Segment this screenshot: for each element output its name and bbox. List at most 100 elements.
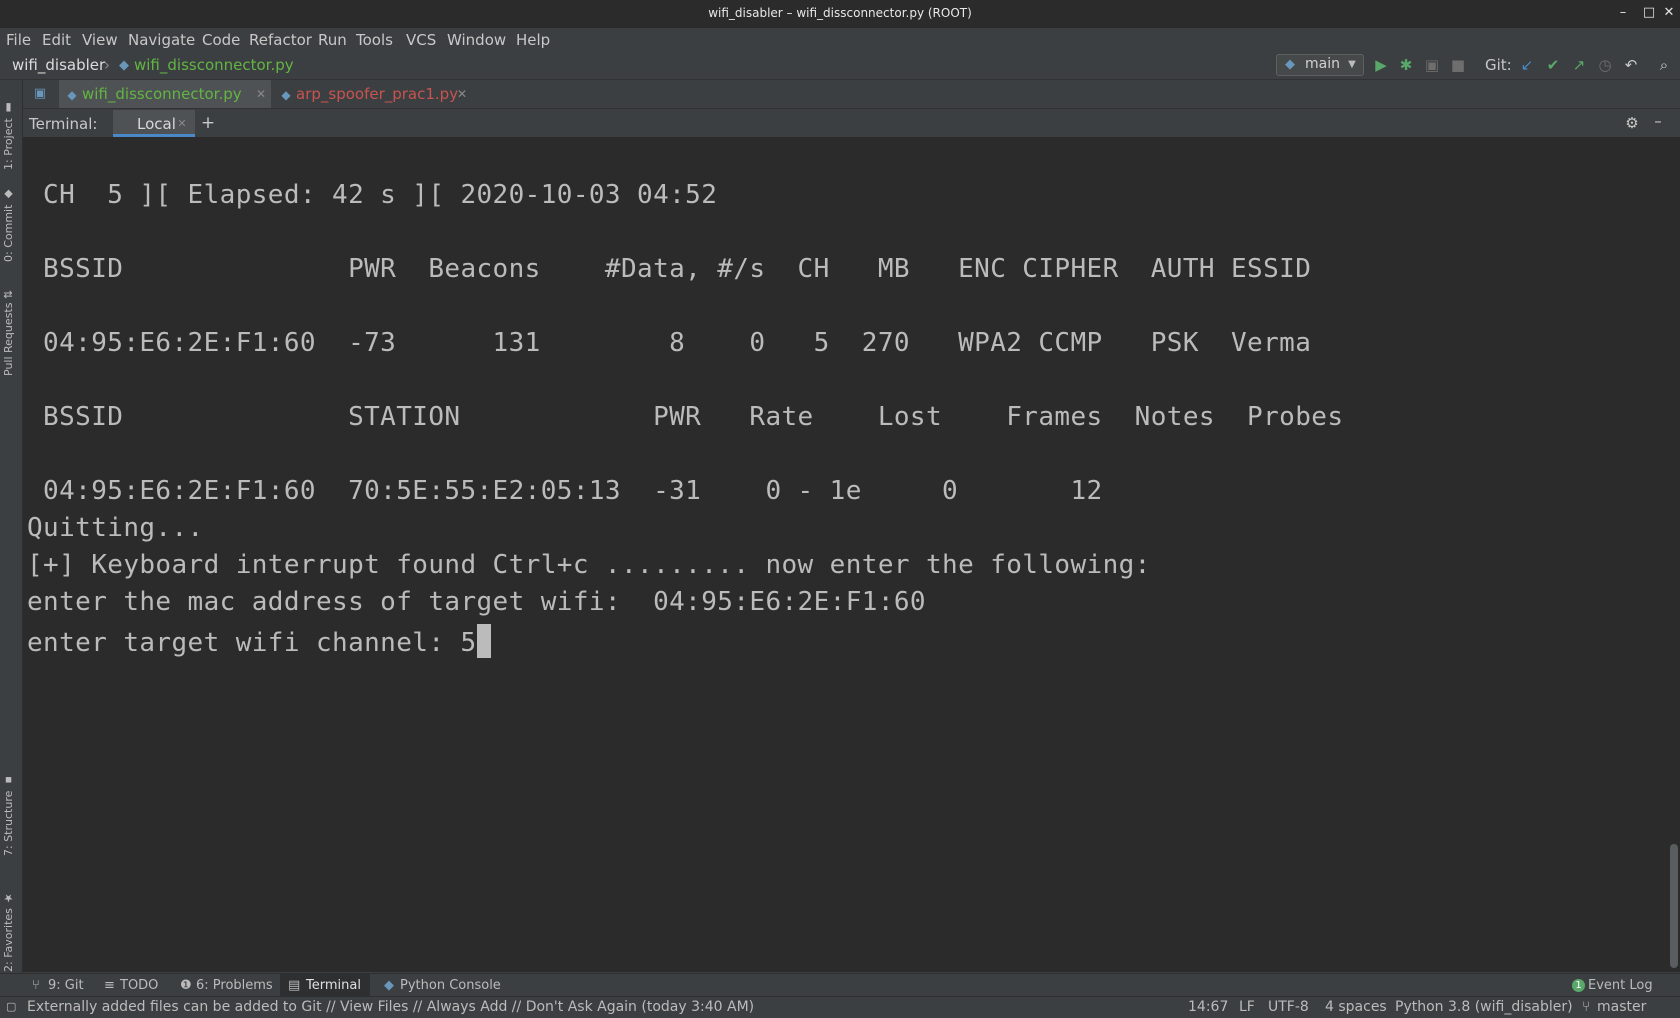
breadcrumb-project[interactable]: wifi_disabler [12,56,105,74]
close-icon[interactable]: ✕ [173,115,191,133]
python-file-icon: ◆ [119,58,129,73]
tool-tab-todo[interactable]: ≡ TODO [100,974,166,997]
bottom-tool-bar: ⑂ 9: Git ≡ TODO ❶ 6: Problems ▤ Terminal… [0,973,1680,997]
title-bar: wifi_disabler – wifi_dissconnector.py (R… [0,0,1680,29]
menu-run[interactable]: Run [318,31,347,49]
status-bar: ▢ Externally added files can be added to… [0,996,1680,1018]
file-structure-icon[interactable]: ▣ [31,85,49,103]
python-icon: ◆ [384,978,394,993]
status-panel-icon[interactable]: ▢ [6,1000,16,1013]
git-rollback-icon[interactable]: ↶ [1622,56,1640,74]
status-git-branch[interactable]: master [1597,999,1646,1015]
tool-tab-label: Python Console [400,978,501,993]
terminal-tab-label: Local [137,115,176,133]
tool-tab-favorites[interactable]: 2: Favorites ★ [2,872,20,972]
search-icon[interactable]: ⌕ [1655,56,1673,74]
breadcrumb-separator-icon: › [104,56,110,74]
status-line-separator[interactable]: LF [1239,999,1255,1015]
tool-tab-label: 6: Problems [196,978,273,993]
run-config-label: main [1305,56,1340,72]
editor-tab-label: wifi_dissconnector.py [82,85,242,103]
status-interpreter[interactable]: Python 3.8 (wifi_disabler) [1395,999,1573,1015]
editor-tab-arp-spoofer[interactable]: ◆ arp_spoofer_prac1.py ✕ [273,80,473,108]
terminal-header: Terminal: Local ✕ + ⚙ – [23,110,1680,138]
tool-tab-terminal[interactable]: ▤ Terminal [280,974,370,997]
tool-tab-structure-label: 7: Structure [2,790,15,856]
tool-tab-python-console[interactable]: ◆ Python Console [380,974,501,997]
python-icon: ◆ [1285,57,1295,72]
status-message[interactable]: Externally added files can be added to G… [27,999,754,1015]
git-commit-icon[interactable]: ✔ [1544,56,1562,74]
terminal-line: 04:95:E6:2E:F1:60 70:5E:55:E2:05:13 -31 … [27,476,1103,506]
status-indent[interactable]: 4 spaces [1325,999,1387,1015]
text-cursor [476,624,491,658]
git-push-icon[interactable]: ↗ [1570,56,1588,74]
terminal-scrollbar[interactable] [1668,138,1680,972]
terminal-line: BSSID STATION PWR Rate Lost Frames Notes… [27,402,1344,432]
editor-tabs: ▣ ◆ wifi_dissconnector.py ✕ ◆ arp_spoofe… [23,80,1680,109]
tool-tab-project-label: 1: Project [2,118,15,170]
status-encoding[interactable]: UTF-8 [1268,999,1309,1015]
terminal-line: 04:95:E6:2E:F1:60 -73 131 8 0 5 270 WPA2… [27,328,1312,358]
menu-refactor[interactable]: Refactor [249,31,312,49]
event-log-button[interactable]: 1 Event Log [1570,974,1670,997]
tool-tab-commit-label: 0: Commit [2,204,15,262]
event-count-badge: 1 [1572,979,1585,992]
menu-navigate[interactable]: Navigate [128,31,195,49]
hide-panel-icon[interactable]: – [1649,112,1667,130]
tool-tab-label: TODO [120,978,159,993]
run-icon[interactable]: ▶ [1372,56,1390,74]
info-icon: ❶ [180,978,192,993]
tool-tab-problems[interactable]: ❶ 6: Problems [176,974,276,997]
tool-tab-label: 9: Git [48,978,84,993]
tool-tab-pull-requests[interactable]: Pull Requests ⇅ [2,276,20,376]
terminal-header-label: Terminal: [29,115,98,133]
tool-tab-pull-requests-label: Pull Requests [2,302,15,376]
scrollbar-thumb[interactable] [1670,844,1678,968]
menu-tools[interactable]: Tools [356,31,393,49]
editor-tab-label: arp_spoofer_prac1.py [296,85,459,103]
terminal-output[interactable]: CH 5 ][ Elapsed: 42 s ][ 2020-10-03 04:5… [23,138,1668,972]
menu-help[interactable]: Help [516,31,550,49]
close-icon[interactable]: ✕ [256,87,266,101]
terminal-line: enter target wifi channel: 5 [27,628,477,658]
window-title: wifi_disabler – wifi_dissconnector.py (R… [708,6,972,20]
tool-tab-commit[interactable]: 0: Commit ◆ [2,182,20,262]
list-icon: ≡ [104,978,115,993]
gear-icon[interactable]: ⚙ [1623,114,1641,132]
tool-tab-project[interactable]: 1: Project ▮ [2,90,20,170]
maximize-button[interactable]: □ [1640,4,1658,22]
terminal-line: [+] Keyboard interrupt found Ctrl+c ....… [27,550,1151,580]
git-update-icon[interactable]: ↙ [1518,56,1536,74]
chevron-down-icon: ▼ [1348,59,1356,70]
menu-view[interactable]: View [82,31,118,49]
terminal-prompt-line: enter target wifi channel: 5 [27,624,491,658]
tool-tab-label: Terminal [306,978,361,993]
git-label: Git: [1485,56,1512,74]
close-window-button[interactable]: ✕ [1660,4,1678,22]
editor-tab-wifi-dissconnector[interactable]: ◆ wifi_dissconnector.py ✕ [59,80,271,108]
tool-tab-structure[interactable]: 7: Structure ▪ [2,766,20,856]
add-tab-icon[interactable]: + [199,114,217,132]
menu-file[interactable]: File [6,31,31,49]
run-config-selector[interactable]: ◆ main ▼ [1276,54,1364,76]
menu-code[interactable]: Code [202,31,240,49]
coverage-icon[interactable]: ▣ [1423,56,1441,74]
status-caret-position[interactable]: 14:67 [1188,999,1228,1015]
menu-vcs[interactable]: VCS [406,31,436,49]
menu-edit[interactable]: Edit [42,31,71,49]
menu-window[interactable]: Window [447,31,506,49]
menu-bar: File Edit View Navigate Code Refactor Ru… [0,28,1680,52]
git-history-icon[interactable]: ◷ [1596,56,1614,74]
branch-icon: ⑂ [32,978,40,993]
minimize-button[interactable]: – [1614,4,1632,22]
terminal-line: enter the mac address of target wifi: 04… [27,587,926,617]
tool-tab-git[interactable]: ⑂ 9: Git [28,974,88,997]
navigation-bar: wifi_disabler › ◆ wifi_dissconnector.py … [0,52,1680,80]
close-icon[interactable]: ✕ [457,87,467,101]
breadcrumb-file[interactable]: wifi_dissconnector.py [134,56,294,74]
debug-icon[interactable]: ✱ [1397,56,1415,74]
stop-icon[interactable]: ■ [1449,56,1467,74]
terminal-line: BSSID PWR Beacons #Data, #/s CH MB ENC C… [27,254,1312,284]
left-tool-strip: 1: Project ▮ 0: Commit ◆ Pull Requests ⇅… [0,80,23,977]
